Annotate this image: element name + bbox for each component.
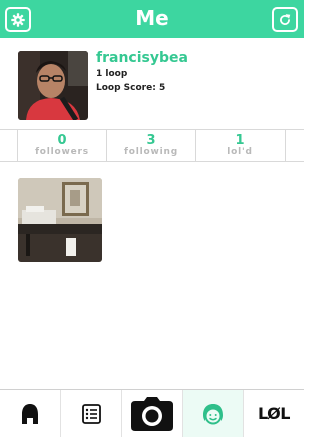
divider xyxy=(285,130,286,161)
list-icon xyxy=(82,403,101,424)
followers-label: followers xyxy=(35,147,89,157)
profile-section: francisybea 1 loop Loop Score: 5 xyxy=(0,38,304,129)
username[interactable]: francisybea xyxy=(96,50,188,66)
tab-profile[interactable] xyxy=(183,390,243,437)
stat-following[interactable]: 3 following xyxy=(107,130,195,161)
following-label: following xyxy=(124,147,178,157)
camera-icon xyxy=(131,396,173,431)
refresh-button[interactable] xyxy=(272,7,298,32)
tab-bar: LØL xyxy=(0,389,304,437)
app-header: Me xyxy=(0,0,304,38)
home-icon xyxy=(22,403,38,424)
tab-feed[interactable] xyxy=(61,390,121,437)
tab-home[interactable] xyxy=(0,390,60,437)
post-thumbnail[interactable] xyxy=(18,178,102,262)
profile-face-icon xyxy=(203,403,223,424)
stat-followers[interactable]: 0 followers xyxy=(18,130,106,161)
avatar[interactable] xyxy=(18,51,88,120)
tab-camera[interactable] xyxy=(122,390,182,437)
page-title: Me xyxy=(135,6,169,30)
loop-score: Loop Score: 5 xyxy=(96,83,166,93)
refresh-icon xyxy=(280,13,291,25)
lold-count: 1 xyxy=(235,133,245,148)
video-thumbnail-icon xyxy=(18,178,102,262)
stats-bar: 0 followers 3 following 1 lol'd xyxy=(0,129,304,162)
followers-count: 0 xyxy=(57,133,67,148)
lol-icon: LØL xyxy=(258,404,290,423)
stat-lold[interactable]: 1 lol'd xyxy=(196,130,284,161)
lold-label: lol'd xyxy=(227,147,253,157)
following-count: 3 xyxy=(146,133,156,148)
tab-lol[interactable]: LØL xyxy=(244,390,304,437)
loop-count: 1 loop xyxy=(96,69,128,79)
